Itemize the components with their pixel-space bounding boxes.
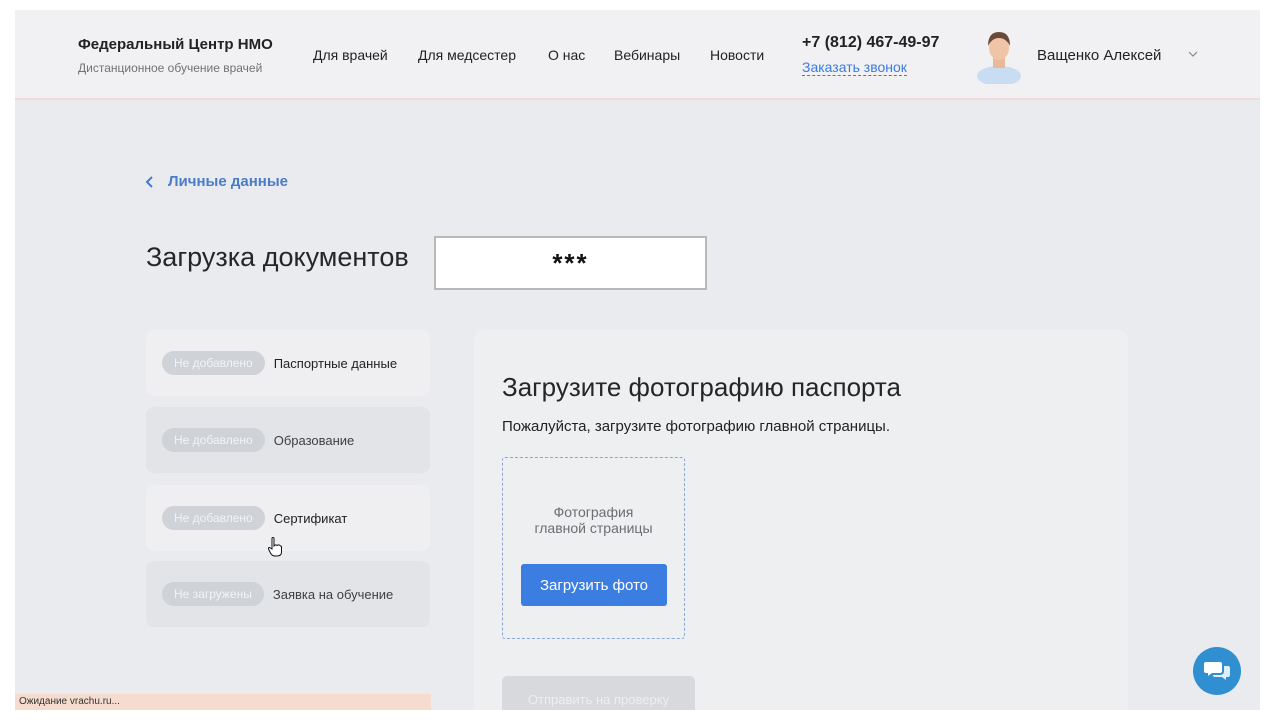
nav-news[interactable]: Новости (710, 47, 764, 63)
sidebar-item-certificate[interactable]: Не добавлено Сертификат (146, 485, 430, 551)
back-to-personal-data[interactable]: Личные данные (145, 173, 288, 190)
upload-panel: Загрузите фотографию паспорта Пожалуйста… (474, 330, 1128, 710)
site-header: Федеральный Центр НМО Дистанционное обуч… (15, 10, 1260, 100)
nav-for-nurses[interactable]: Для медсестер (418, 47, 516, 63)
phone-number[interactable]: +7 (812) 467-49-97 (802, 34, 939, 52)
callback-link[interactable]: Заказать звонок (802, 59, 907, 76)
submit-for-review-button[interactable]: Отправить на проверку (502, 676, 695, 710)
user-name[interactable]: Ващенко Алексей (1037, 47, 1161, 64)
status-badge: Не добавлено (162, 506, 265, 530)
sidebar-item-passport[interactable]: Не добавлено Паспортные данные (146, 330, 430, 396)
nav-for-doctors[interactable]: Для врачей (313, 47, 388, 63)
brand-subtitle: Дистанционное обучение врачей (78, 61, 263, 75)
browser-viewport: Федеральный Центр НМО Дистанционное обуч… (15, 10, 1260, 710)
sidebar-item-label: Заявка на обучение (272, 586, 394, 602)
sidebar-item-application[interactable]: Не загружены Заявка на обучение (146, 561, 430, 627)
hand-cursor-icon (268, 537, 282, 557)
chat-button[interactable] (1193, 647, 1241, 695)
nav-webinars[interactable]: Вебинары (614, 47, 680, 63)
browser-status-bar: Ожидание vrachu.ru... (15, 694, 431, 710)
back-label: Личные данные (168, 173, 288, 190)
sidebar-item-education[interactable]: Не добавлено Образование (146, 407, 430, 473)
panel-description: Пожалуйста, загрузите фотографию главной… (502, 418, 891, 435)
nav-about[interactable]: О нас (548, 47, 585, 63)
page-title: Загрузка документов (146, 242, 409, 272)
upload-dropzone[interactable]: Фотография главной страницы Загрузить фо… (502, 457, 685, 639)
sidebar-item-label: Сертификат (273, 510, 348, 526)
sidebar-item-label: Паспортные данные (273, 355, 398, 371)
sidebar-item-label: Образование (273, 432, 355, 448)
chat-icon (1204, 662, 1230, 680)
chevron-down-icon[interactable] (1186, 47, 1200, 61)
redaction-box: *** (434, 236, 707, 290)
chevron-left-icon (145, 175, 153, 188)
panel-title: Загрузите фотографию паспорта (502, 372, 902, 402)
upload-photo-button[interactable]: Загрузить фото (521, 564, 667, 606)
brand-title[interactable]: Федеральный Центр НМО (78, 36, 273, 53)
user-avatar[interactable] (976, 24, 1022, 84)
status-badge: Не загружены (162, 582, 264, 606)
status-badge: Не добавлено (162, 428, 265, 452)
status-badge: Не добавлено (162, 351, 265, 375)
upload-caption: Фотография главной страницы (534, 504, 653, 536)
